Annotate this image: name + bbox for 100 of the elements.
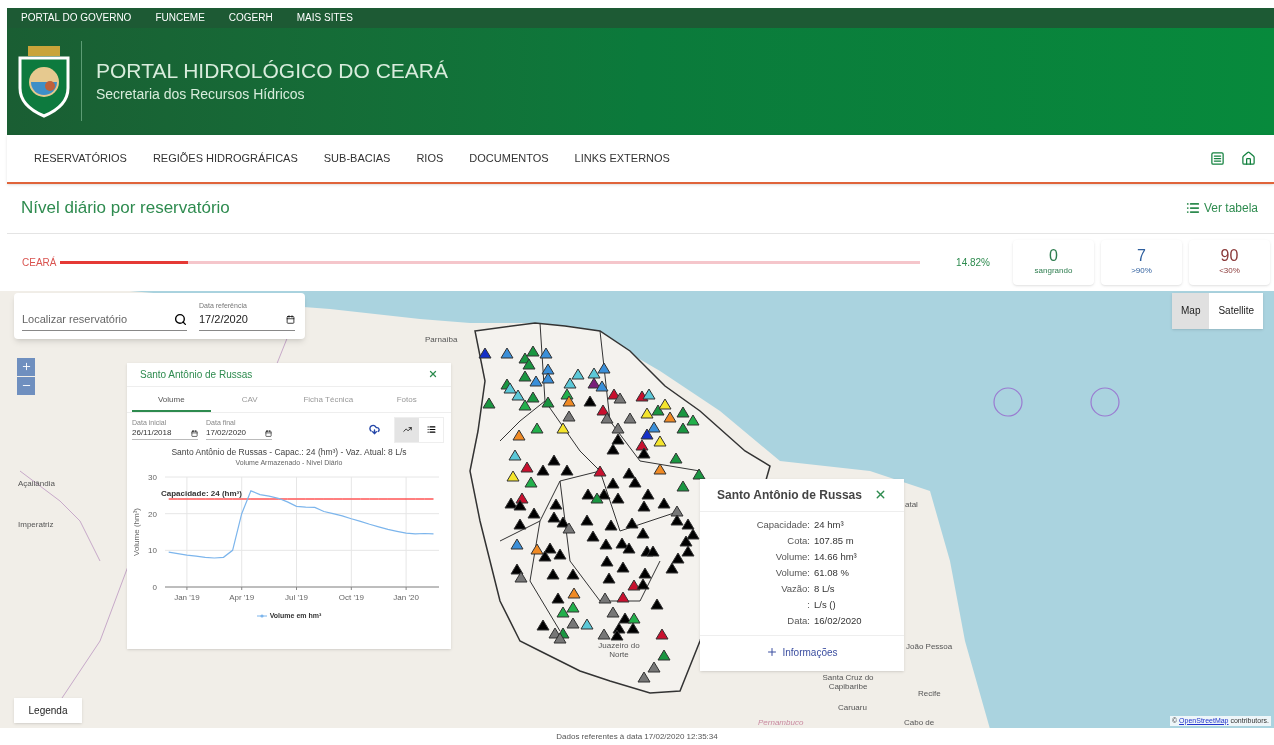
home-icon[interactable] xyxy=(1241,150,1256,166)
reservoir-marker[interactable] xyxy=(606,476,620,489)
reservoir-marker[interactable] xyxy=(546,567,560,580)
reservoir-marker[interactable] xyxy=(581,487,595,500)
reservoir-marker[interactable] xyxy=(606,605,620,618)
reservoir-marker[interactable] xyxy=(556,605,570,618)
top-link[interactable]: FUNCEME xyxy=(155,10,205,26)
reservoir-marker[interactable] xyxy=(653,462,667,475)
reservoir-marker[interactable] xyxy=(602,571,616,584)
reservoir-marker[interactable] xyxy=(527,506,541,519)
reservoir-marker[interactable] xyxy=(522,357,536,370)
summary-card[interactable]: 7 >90% xyxy=(1101,239,1182,285)
reservoir-marker[interactable] xyxy=(638,566,652,579)
reservoir-marker[interactable] xyxy=(670,513,684,526)
reservoir-marker[interactable] xyxy=(514,570,528,583)
reservoir-marker[interactable] xyxy=(541,362,555,375)
reservoir-marker[interactable] xyxy=(626,621,640,634)
reservoir-marker[interactable] xyxy=(553,631,567,644)
reservoir-marker[interactable] xyxy=(560,463,574,476)
reservoir-marker[interactable] xyxy=(583,394,597,407)
reservoir-marker[interactable] xyxy=(676,421,690,434)
reservoir-marker[interactable] xyxy=(597,361,611,374)
reservoir-marker[interactable] xyxy=(636,577,650,590)
reservoir-marker[interactable] xyxy=(663,410,677,423)
reservoir-marker[interactable] xyxy=(681,517,695,530)
popup-tab[interactable]: Volume xyxy=(132,389,211,412)
nav-link[interactable]: RESERVATÓRIOS xyxy=(34,150,127,167)
reservoir-marker[interactable] xyxy=(506,469,520,482)
reservoir-marker[interactable] xyxy=(538,549,552,562)
reservoir-marker[interactable] xyxy=(635,389,649,402)
reservoir-marker[interactable] xyxy=(563,376,577,389)
circle-marker-icon[interactable] xyxy=(1090,386,1120,417)
reservoir-marker[interactable] xyxy=(604,518,618,531)
reservoir-marker[interactable] xyxy=(618,611,632,624)
reservoir-marker[interactable] xyxy=(551,591,565,604)
reservoir-marker[interactable] xyxy=(642,387,656,400)
reservoir-marker[interactable] xyxy=(650,597,664,610)
calendar-icon[interactable] xyxy=(191,429,198,437)
reservoir-marker[interactable] xyxy=(692,467,706,480)
search-field[interactable]: Localizar reservatório xyxy=(22,311,187,331)
reservoir-marker[interactable] xyxy=(539,346,553,359)
reservoir-marker[interactable] xyxy=(636,526,650,539)
reservoir-marker[interactable] xyxy=(510,537,524,550)
reservoir-marker[interactable] xyxy=(681,544,695,557)
reservoir-marker[interactable] xyxy=(562,409,576,422)
reservoir-marker[interactable] xyxy=(571,367,585,380)
reservoir-marker[interactable] xyxy=(611,421,625,434)
summary-card[interactable]: 90 <30% xyxy=(1189,239,1270,285)
reservoir-marker[interactable] xyxy=(640,406,654,419)
reservoir-marker[interactable] xyxy=(615,536,629,549)
reservoir-marker[interactable] xyxy=(658,397,672,410)
reservoir-marker[interactable] xyxy=(482,396,496,409)
reservoir-marker[interactable] xyxy=(607,387,621,400)
close-icon[interactable] xyxy=(428,369,438,380)
reservoir-marker[interactable] xyxy=(508,448,522,461)
reservoir-marker[interactable] xyxy=(635,438,649,451)
reservoir-marker[interactable] xyxy=(611,432,625,445)
reservoir-marker[interactable] xyxy=(610,628,624,641)
reservoir-marker[interactable] xyxy=(526,390,540,403)
reservoir-marker[interactable] xyxy=(641,487,655,500)
reservoir-marker[interactable] xyxy=(560,387,574,400)
reservoir-marker[interactable] xyxy=(553,547,567,560)
calendar-icon[interactable] xyxy=(265,429,272,437)
reservoir-marker[interactable] xyxy=(543,541,557,554)
reservoir-marker[interactable] xyxy=(512,428,526,441)
reservoir-marker[interactable] xyxy=(504,496,518,509)
reservoir-marker[interactable] xyxy=(676,479,690,492)
reservoir-marker[interactable] xyxy=(671,551,685,564)
reservoir-marker[interactable] xyxy=(593,464,607,477)
reservoir-marker[interactable] xyxy=(625,516,639,529)
reservoir-marker[interactable] xyxy=(627,611,641,624)
reservoir-marker[interactable] xyxy=(529,374,543,387)
circle-marker-icon[interactable] xyxy=(993,386,1023,417)
reservoir-marker[interactable] xyxy=(679,534,693,547)
reservoir-marker[interactable] xyxy=(586,529,600,542)
reservoir-marker[interactable] xyxy=(606,442,620,455)
reservoir-marker[interactable] xyxy=(611,491,625,504)
reservoir-marker[interactable] xyxy=(612,621,626,634)
reservoir-marker[interactable] xyxy=(665,561,679,574)
reservoir-marker[interactable] xyxy=(503,381,517,394)
cloud-download-icon[interactable] xyxy=(369,424,380,436)
reservoir-marker[interactable] xyxy=(566,567,580,580)
nav-link[interactable]: LINKS EXTERNOS xyxy=(574,150,670,167)
reservoir-marker[interactable] xyxy=(616,560,630,573)
reservoir-marker[interactable] xyxy=(548,626,562,639)
reservoir-marker[interactable] xyxy=(587,366,601,379)
reservoir-marker[interactable] xyxy=(623,411,637,424)
reservoir-marker[interactable] xyxy=(597,627,611,640)
reservoir-marker[interactable] xyxy=(647,420,661,433)
zoom-out-button[interactable] xyxy=(17,376,35,395)
reservoir-marker[interactable] xyxy=(622,466,636,479)
reservoir-marker[interactable] xyxy=(547,453,561,466)
nav-link[interactable]: SUB-BACIAS xyxy=(323,150,391,167)
nav-link[interactable]: RIOS xyxy=(416,150,444,167)
reservoir-marker[interactable] xyxy=(628,475,642,488)
reservoir-marker[interactable] xyxy=(556,421,570,434)
reservoir-marker[interactable] xyxy=(520,460,534,473)
reservoir-marker[interactable] xyxy=(622,541,636,554)
reservoir-marker[interactable] xyxy=(518,398,532,411)
reservoir-marker[interactable] xyxy=(547,510,561,523)
